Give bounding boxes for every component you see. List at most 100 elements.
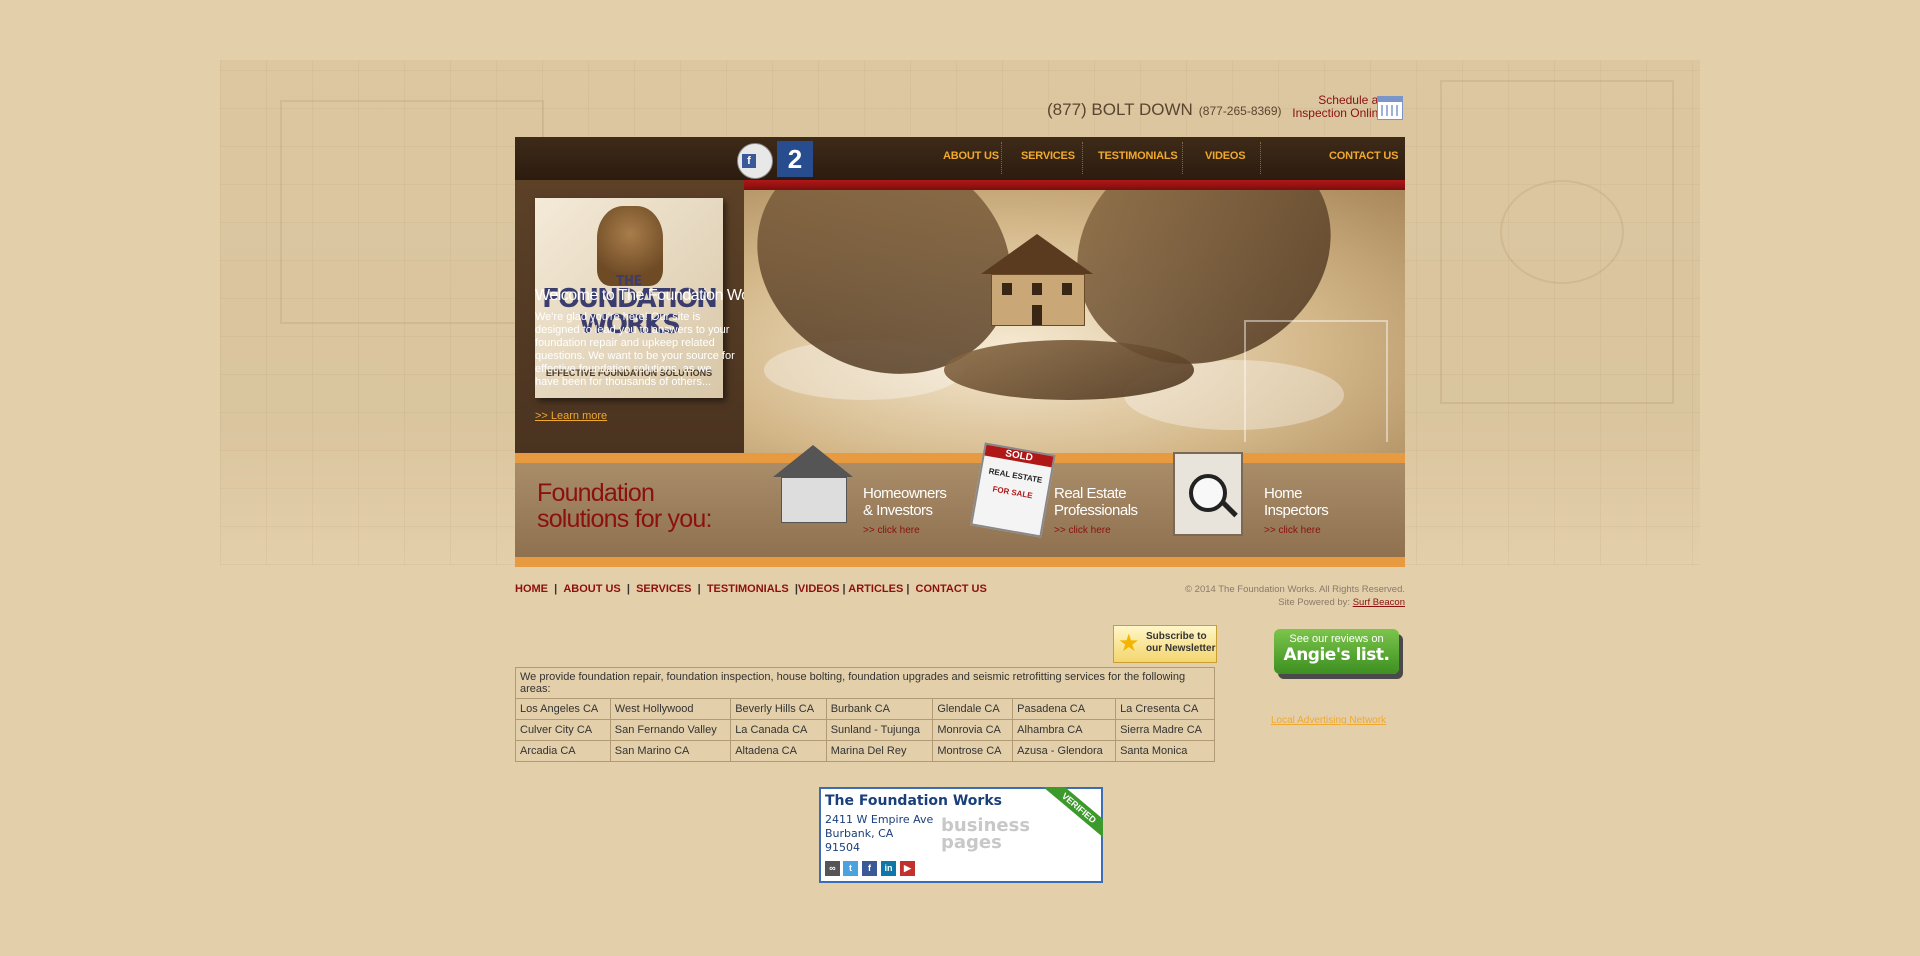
area-cell: Arcadia CA — [515, 740, 611, 762]
abc7-badge[interactable]: 2 — [777, 141, 813, 177]
solutions-line1: Foundation — [537, 479, 655, 507]
phone-main: (877) BOLT DOWN — [1047, 100, 1193, 119]
bizcard-zip: 91504 — [825, 841, 860, 854]
blueprint-line — [1500, 180, 1624, 284]
area-cell: Glendale CA — [932, 698, 1014, 720]
footer-nav: HOME | ABOUT US | SERVICES | TESTIMONIAL… — [515, 583, 987, 595]
powered-by-label: Site Powered by: — [1278, 597, 1351, 608]
nav-separator — [1001, 142, 1002, 174]
area-cell: Sunland - Tujunga — [825, 719, 934, 741]
cta-homeowners[interactable]: Homeowners & Investors >> click here — [863, 485, 947, 539]
calendar-icon[interactable] — [1377, 96, 1403, 120]
footer-contact-link[interactable]: CONTACT US — [916, 583, 987, 595]
business-pages-card[interactable]: business pages The Foundation Works 2411 … — [819, 787, 1103, 883]
area-cell: Alhambra CA — [1012, 719, 1117, 741]
nav-separator — [1260, 142, 1261, 174]
solutions-line2: solutions for you: — [537, 505, 712, 533]
area-cell: Altadena CA — [730, 740, 827, 762]
newsletter-line1: Subscribe to — [1146, 631, 1207, 642]
house-icon[interactable] — [773, 445, 853, 530]
cta-click-here[interactable]: >> click here — [1054, 522, 1138, 539]
business-pages-watermark: business pages — [941, 815, 1031, 853]
link-icon[interactable]: ∞ — [825, 861, 840, 876]
angies-list-badge[interactable]: See our reviews on Angie's list. — [1274, 629, 1399, 674]
facebook-mug-icon[interactable]: f — [737, 143, 773, 179]
cta-line2: Inspectors — [1264, 502, 1329, 519]
newsletter-line2: our Newsletter — [1146, 643, 1216, 654]
bizcard-city: Burbank, CA — [825, 827, 894, 840]
real-estate-sign-label: REAL ESTATE — [988, 466, 1043, 485]
angies-line2: Angie's list. — [1283, 645, 1390, 665]
nav-separator — [1082, 142, 1083, 174]
area-cell: West Hollywood — [609, 698, 732, 720]
cta-home-inspectors[interactable]: Home Inspectors >> click here — [1264, 485, 1329, 539]
twitter-icon[interactable]: t — [843, 861, 858, 876]
background-house-outline — [1244, 320, 1388, 442]
learn-more-link[interactable]: >> Learn more — [535, 410, 607, 422]
table-row: Arcadia CA San Marino CA Altadena CA Mar… — [515, 740, 1215, 762]
bizcard-street: 2411 W Empire Ave — [825, 813, 934, 826]
footer-home-link[interactable]: HOME — [515, 583, 548, 595]
youtube-icon[interactable]: ▶ — [900, 861, 915, 876]
bizcard-address: 2411 W Empire Ave Burbank, CA 91504 — [825, 813, 933, 855]
area-cell: Pasadena CA — [1012, 698, 1117, 720]
area-cell: Montrose CA — [932, 740, 1014, 762]
footer-about-link[interactable]: ABOUT US — [563, 583, 620, 595]
area-cell: San Fernando Valley — [609, 719, 732, 741]
orange-band-bottom — [515, 557, 1405, 567]
area-cell: Los Angeles CA — [515, 698, 611, 720]
footer-articles-link[interactable]: ARTICLES — [848, 583, 903, 595]
area-cell: Culver City CA — [515, 719, 611, 741]
nav-contact-us[interactable]: CONTACT US — [1329, 150, 1398, 162]
footer-testimonials-link[interactable]: TESTIMONIALS — [707, 583, 789, 595]
cta-click-here[interactable]: >> click here — [863, 522, 946, 539]
verified-ribbon: VERIFIED — [1033, 787, 1103, 839]
area-cell: Sierra Madre CA — [1115, 719, 1215, 741]
area-cell: Monrovia CA — [932, 719, 1014, 741]
area-cell: San Marino CA — [609, 740, 732, 762]
service-areas-intro: We provide foundation repair, foundation… — [515, 667, 1215, 699]
cta-line1: Homeowners — [863, 485, 947, 502]
welcome-title: Welcome to The Foundation Works — [535, 287, 770, 304]
cta-line2: & Investors — [863, 502, 933, 519]
hero-image — [744, 190, 1405, 453]
footer-videos-link[interactable]: VIDEOS — [798, 583, 840, 595]
nav-about-us[interactable]: ABOUT US — [943, 150, 999, 162]
cta-line1: Home — [1264, 485, 1303, 502]
linkedin-icon[interactable]: in — [881, 861, 896, 876]
blueprint-line — [280, 100, 544, 324]
angies-line1: See our reviews on — [1289, 633, 1384, 645]
copyright-block: © 2014 The Foundation Works. All Rights … — [1075, 583, 1405, 609]
area-cell: Santa Monica — [1115, 740, 1215, 762]
cta-real-estate[interactable]: Real Estate Professionals >> click here — [1054, 485, 1138, 539]
table-row: Los Angeles CA West Hollywood Beverly Hi… — [515, 698, 1215, 720]
cta-line2: Professionals — [1054, 502, 1138, 519]
sold-sign-icon[interactable]: SOLD REAL ESTATE FOR SALE — [970, 442, 1056, 538]
orange-band-top — [515, 453, 1405, 463]
nav-services[interactable]: SERVICES — [1021, 150, 1075, 162]
welcome-text: We're glad you're here! Our site is desi… — [535, 311, 735, 388]
phone-number[interactable]: (877) BOLT DOWN (877-265-8369) — [1047, 100, 1282, 120]
cta-click-here[interactable]: >> click here — [1264, 522, 1328, 539]
newsletter-button[interactable]: ★ Subscribe to our Newsletter — [1113, 625, 1217, 663]
for-sale-sign-label: FOR SALE — [991, 484, 1034, 501]
area-cell: Marina Del Rey — [825, 740, 934, 762]
nav-testimonials[interactable]: TESTIMONIALS — [1098, 150, 1178, 162]
nav-videos[interactable]: VIDEOS — [1205, 150, 1246, 162]
nav-separator — [1182, 142, 1183, 174]
clipboard-magnifier-icon[interactable] — [1173, 452, 1243, 536]
area-cell: Burbank CA — [825, 698, 934, 720]
copyright-text: © 2014 The Foundation Works. All Rights … — [1185, 584, 1405, 595]
facebook-icon[interactable]: f — [862, 861, 877, 876]
schedule-inspection-link[interactable]: Schedule an Inspection Online — [1275, 94, 1385, 120]
footer-services-link[interactable]: SERVICES — [636, 583, 691, 595]
bizcard-name: The Foundation Works — [825, 793, 1002, 809]
service-areas-table: We provide foundation repair, foundation… — [515, 667, 1215, 762]
area-cell: La Canada CA — [730, 719, 827, 741]
local-advertising-link[interactable]: Local Advertising Network — [1271, 715, 1386, 726]
surf-beacon-link[interactable]: Surf Beacon — [1353, 597, 1405, 608]
solutions-heading: Foundation solutions for you: — [537, 480, 712, 532]
star-icon: ★ — [1118, 630, 1140, 657]
palms — [944, 340, 1194, 400]
area-cell: La Cresenta CA — [1115, 698, 1215, 720]
